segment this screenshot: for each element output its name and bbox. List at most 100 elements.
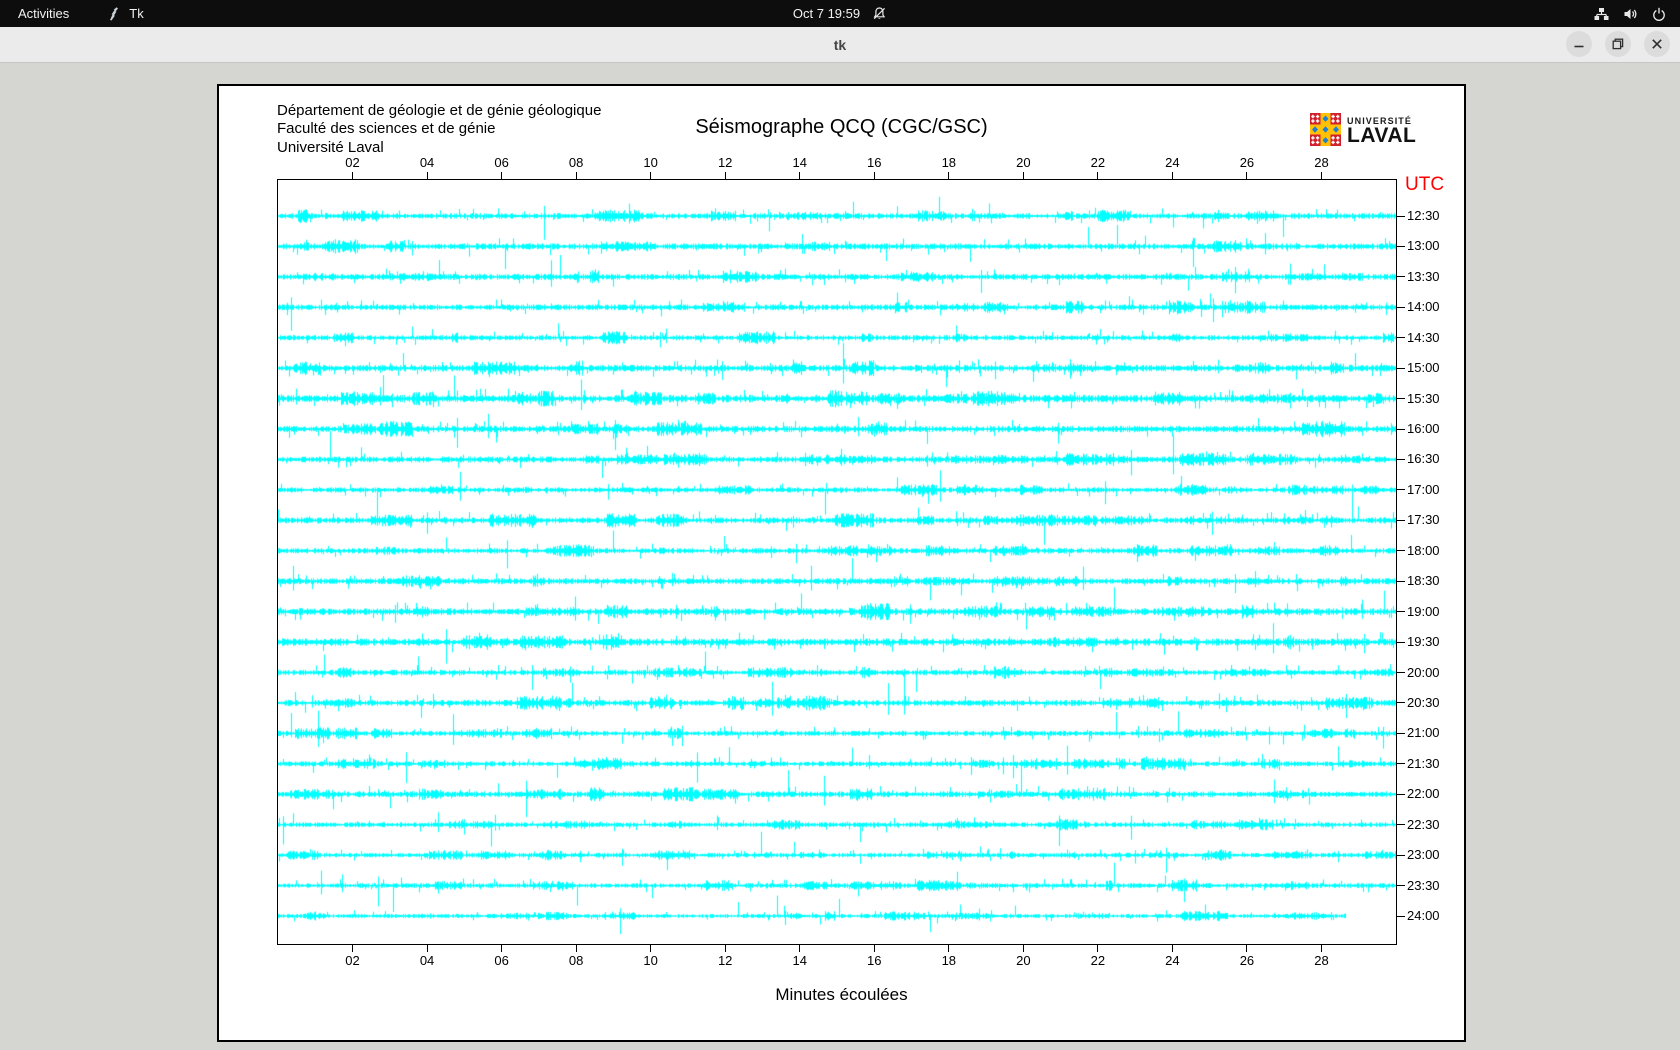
utc-row-label: 15:00 <box>1407 360 1440 376</box>
x-tick-top <box>352 172 354 179</box>
plot-title: Séismographe QCQ (CGC/GSC) <box>695 116 988 138</box>
utc-row-label: 20:00 <box>1407 664 1440 680</box>
x-tick-label-bottom: 22 <box>1090 953 1106 968</box>
x-tick-label-bottom: 08 <box>568 953 584 968</box>
x-tick-bottom <box>501 945 503 952</box>
power-icon <box>1652 7 1666 21</box>
utc-row-tick <box>1397 428 1405 430</box>
x-tick-label-bottom: 12 <box>717 953 733 968</box>
x-tick-label-top: 28 <box>1314 155 1329 170</box>
x-tick-top <box>799 172 801 179</box>
utc-row-label: 19:30 <box>1407 634 1440 650</box>
laval-shield-icon <box>1310 113 1341 151</box>
x-tick-top <box>1171 172 1173 179</box>
utc-row-label: 12:30 <box>1407 208 1440 223</box>
logo-laval-text: LAVAL <box>1347 124 1417 147</box>
x-tick-label-top: 22 <box>1090 155 1106 170</box>
utc-row-label: 15:30 <box>1407 390 1440 406</box>
x-tick-bottom <box>1022 945 1024 952</box>
utc-row-label: 13:00 <box>1407 238 1440 254</box>
utc-row-tick <box>1397 245 1405 247</box>
utc-row-label: 16:00 <box>1407 421 1440 437</box>
volume-icon <box>1623 7 1638 21</box>
utc-row-label: 19:00 <box>1407 603 1440 619</box>
x-tick-label-top: 24 <box>1165 155 1180 170</box>
utc-row-tick <box>1397 763 1405 765</box>
minimize-button[interactable] <box>1566 31 1592 57</box>
universite-laval-logo: UNIVERSITÉ LAVAL <box>1310 113 1416 151</box>
window-titlebar[interactable]: tk <box>0 27 1680 63</box>
utc-row-label: 18:00 <box>1407 542 1440 558</box>
utc-row-label: 22:00 <box>1407 786 1440 802</box>
activities-button[interactable]: Activities <box>7 0 80 27</box>
utc-row-label: 17:30 <box>1407 512 1440 528</box>
app-menu[interactable]: Tk <box>98 0 153 27</box>
x-tick-top <box>724 172 726 179</box>
x-tick-top <box>575 172 577 179</box>
utc-row-label: 20:30 <box>1407 694 1440 710</box>
x-tick-label-bottom: 14 <box>792 953 807 968</box>
x-axis-title: Minutes écoulées <box>775 985 908 1004</box>
utc-row-label: 13:30 <box>1407 268 1440 284</box>
close-button[interactable] <box>1644 31 1670 57</box>
x-tick-bottom <box>873 945 875 952</box>
utc-row-tick <box>1397 885 1405 887</box>
x-tick-top <box>501 172 503 179</box>
utc-row-tick <box>1397 398 1405 400</box>
x-tick-label-top: 20 <box>1016 155 1031 170</box>
utc-row-tick <box>1397 854 1405 856</box>
x-tick-label-top: 02 <box>345 155 360 170</box>
x-tick-label-bottom: 20 <box>1016 953 1031 968</box>
utc-row-label: 22:30 <box>1407 816 1440 832</box>
utc-row-tick <box>1397 611 1405 613</box>
x-tick-label-top: 18 <box>941 155 957 170</box>
x-tick-top <box>426 172 428 179</box>
utc-row-tick <box>1397 337 1405 339</box>
notifications-disabled-icon <box>872 6 887 21</box>
restore-button[interactable] <box>1605 31 1631 57</box>
x-tick-bottom <box>650 945 652 952</box>
window-title: tk <box>833 36 847 53</box>
x-tick-label-bottom: 18 <box>941 953 957 968</box>
utc-row-label: 21:30 <box>1407 755 1440 771</box>
utc-row-tick <box>1397 732 1405 734</box>
x-tick-bottom <box>426 945 428 952</box>
utc-row-label: 23:00 <box>1407 847 1440 863</box>
utc-row-tick <box>1397 367 1405 369</box>
utc-row-label: 23:30 <box>1407 877 1440 893</box>
x-tick-label-bottom: 26 <box>1239 953 1255 968</box>
utc-row-label: 17:00 <box>1407 481 1440 497</box>
utc-row-tick <box>1397 458 1405 460</box>
x-tick-bottom <box>724 945 726 952</box>
x-tick-label-bottom: 06 <box>494 953 509 968</box>
x-tick-label-bottom: 16 <box>867 953 882 968</box>
utc-row-tick <box>1397 306 1405 308</box>
utc-row-tick <box>1397 550 1405 552</box>
utc-axis-label: UTC <box>1405 174 1445 195</box>
x-tick-bottom <box>799 945 801 952</box>
clock-menu[interactable]: Oct 7 19:59 <box>781 0 899 27</box>
x-tick-bottom <box>1246 945 1248 952</box>
x-tick-top <box>948 172 950 179</box>
seismogram-trace-canvas <box>278 180 1396 944</box>
x-tick-label-bottom: 02 <box>345 953 360 968</box>
network-icon <box>1594 7 1609 21</box>
utc-row-tick <box>1397 915 1405 917</box>
x-tick-label-top: 16 <box>867 155 882 170</box>
x-tick-top <box>1246 172 1248 179</box>
x-tick-label-top: 26 <box>1239 155 1255 170</box>
system-status-menu[interactable] <box>1580 0 1680 27</box>
utc-row-label: 14:30 <box>1407 329 1440 345</box>
utc-row-tick <box>1397 824 1405 826</box>
x-tick-bottom <box>1320 945 1322 952</box>
x-tick-top <box>873 172 875 179</box>
utc-row-label: 18:30 <box>1407 573 1440 589</box>
clock: Oct 7 19:59 <box>792 6 861 21</box>
plot-frame: 02 02 04 04 06 06 08 08 10 10 12 12 14 14 16 16 18 18 20 20… <box>277 155 1397 968</box>
x-tick-bottom <box>575 945 577 952</box>
desktop: Activities Tk Oct 7 19:59 tk Département… <box>0 0 1680 1050</box>
x-tick-bottom <box>1171 945 1173 952</box>
utc-row-tick <box>1397 793 1405 795</box>
seismograph-paper: Département de géologie et de génie géol… <box>217 84 1466 1042</box>
x-tick-bottom <box>352 945 354 952</box>
